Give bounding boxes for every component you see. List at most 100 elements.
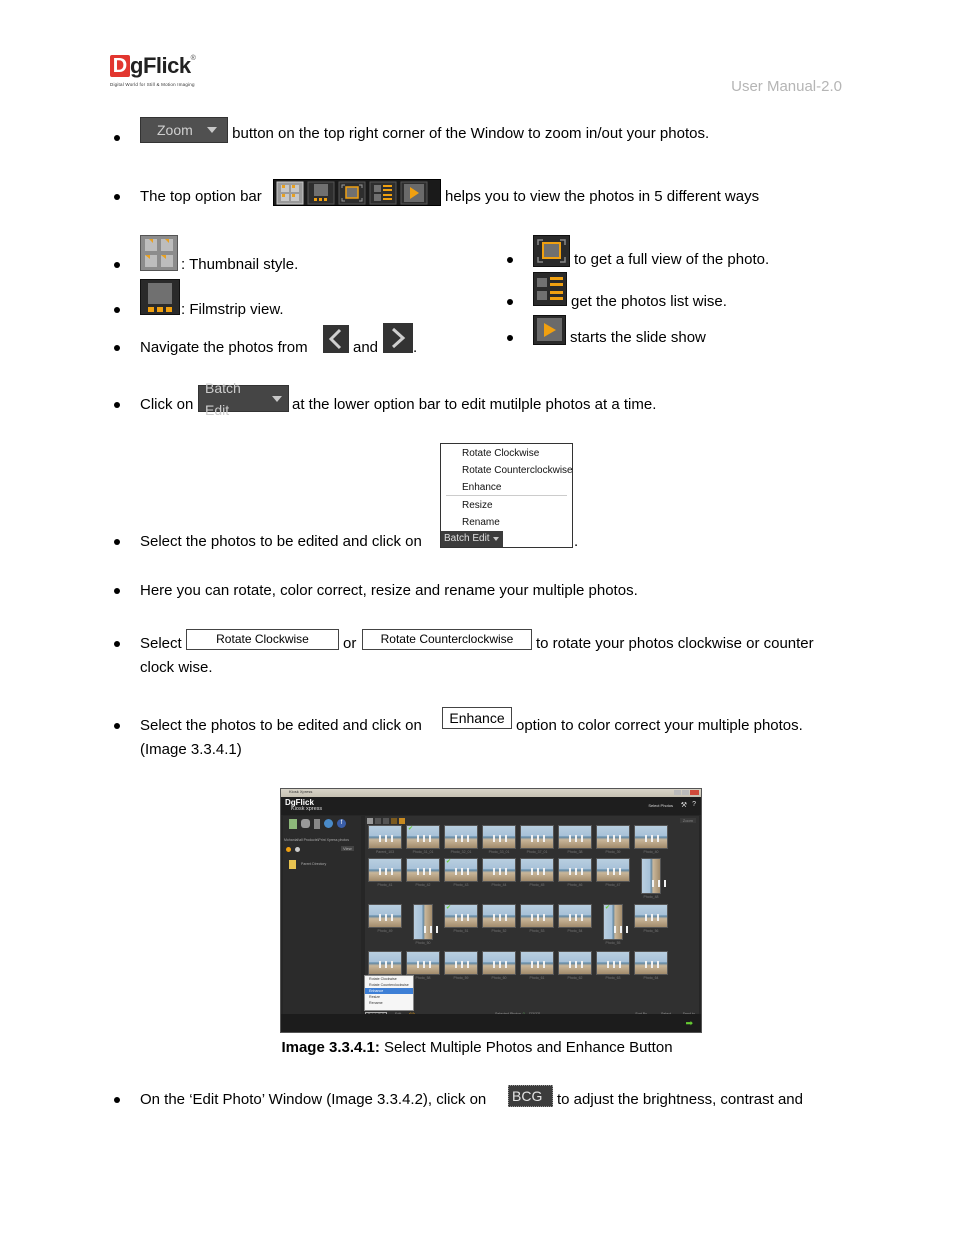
photo-figure	[385, 961, 387, 968]
bcg-button[interactable]: BCG	[508, 1085, 553, 1107]
photo-figure	[493, 914, 495, 921]
filmstrip-view-icon[interactable]	[307, 181, 335, 205]
photo-thumbnail[interactable]	[368, 825, 402, 849]
photo-thumbnail[interactable]	[641, 858, 666, 894]
photo-label: Photo_38	[567, 850, 583, 854]
photo-figure	[467, 835, 469, 842]
photo-thumbnail[interactable]	[482, 951, 516, 975]
photo-thumbnail[interactable]	[520, 904, 554, 928]
next-arrow-icon[interactable]: ➡	[685, 1019, 693, 1028]
photo-thumbnail[interactable]	[634, 904, 668, 928]
photo-thumbnail[interactable]	[368, 951, 402, 975]
photo-figure	[417, 835, 419, 842]
rotate-clockwise-button[interactable]: Rotate Clockwise	[186, 629, 339, 650]
photo-thumbnail[interactable]	[444, 825, 478, 849]
photo-label: Photo_55	[605, 941, 621, 945]
parent-directory-label[interactable]: Parent Directory	[301, 862, 326, 866]
photo-thumbnail[interactable]	[406, 858, 440, 882]
photo-figure	[657, 961, 659, 968]
full-view-icon	[533, 235, 570, 267]
photo-thumbnail[interactable]	[413, 904, 438, 940]
photo-label: Photo_51	[453, 929, 469, 933]
photo-thumbnail[interactable]	[596, 825, 630, 849]
usb-icon[interactable]	[314, 819, 320, 829]
photo-thumbnail[interactable]	[482, 904, 516, 928]
menu-item-resize[interactable]: Resize	[462, 500, 493, 511]
thumbnail-view-icon[interactable]	[367, 818, 373, 824]
photo-thumbnail[interactable]	[520, 951, 554, 975]
folder-icon	[289, 860, 296, 869]
photo-thumbnail[interactable]	[558, 858, 592, 882]
photo-thumbnail[interactable]	[596, 858, 630, 882]
photo-figure	[499, 868, 501, 875]
photo-figure	[417, 868, 419, 875]
photo-thumbnail[interactable]	[558, 951, 592, 975]
wrench-icon[interactable]: ⚒	[681, 801, 687, 809]
photo-label: Photo_42	[415, 883, 431, 887]
photo-thumbnail[interactable]	[634, 951, 668, 975]
batch-edit-button-small[interactable]: Batch Edit	[441, 531, 503, 547]
photo-label: Photo_43	[453, 883, 469, 887]
photo-figure	[461, 961, 463, 968]
photo-thumbnail[interactable]	[368, 858, 402, 882]
photo-figure	[543, 868, 545, 875]
dropdown-item[interactable]: Rename	[365, 1000, 413, 1006]
rotate-counterclockwise-button[interactable]: Rotate Counterclockwise	[362, 629, 532, 650]
photo-thumbnail[interactable]: ✔	[406, 825, 440, 849]
here-text: Here you can rotate, color correct, resi…	[140, 582, 638, 599]
photo-thumbnail[interactable]	[406, 951, 440, 975]
back-icon[interactable]	[286, 847, 291, 852]
photo-thumbnail[interactable]: ✔	[444, 904, 478, 928]
menu-item-rotate-counterclockwise[interactable]: Rotate Counterclockwise	[462, 465, 573, 476]
photo-thumbnail[interactable]	[634, 825, 668, 849]
minimize-icon[interactable]	[674, 790, 681, 795]
zoom-button[interactable]: Zoom	[140, 117, 228, 143]
photo-figure	[385, 835, 387, 842]
refresh-icon[interactable]	[295, 847, 300, 852]
photo-thumbnail[interactable]: ✔	[603, 904, 628, 940]
photo-thumbnail[interactable]	[558, 904, 592, 928]
photo-figure	[531, 868, 533, 875]
photo-figure	[499, 961, 501, 968]
full-view-icon[interactable]	[383, 818, 389, 824]
photo-thumbnail[interactable]	[520, 858, 554, 882]
photo-label: Photo_59	[453, 976, 469, 980]
list-view-icon[interactable]	[391, 818, 397, 824]
slideshow-icon[interactable]	[400, 181, 428, 205]
menu-item-rotate-clockwise[interactable]: Rotate Clockwise	[462, 448, 539, 459]
help-icon[interactable]: ?	[692, 801, 696, 808]
photo-thumbnail[interactable]	[444, 951, 478, 975]
photo-figure	[537, 961, 539, 968]
facebook-icon[interactable]: f	[337, 819, 346, 828]
photo-label: Photo_33_01	[488, 850, 510, 854]
close-icon[interactable]	[690, 790, 699, 795]
view-dropdown[interactable]: View	[341, 846, 354, 851]
menu-item-rename[interactable]: Rename	[462, 517, 500, 528]
zoom-dropdown[interactable]: Zoom	[679, 818, 696, 823]
photo-thumbnail[interactable]	[368, 904, 402, 928]
menu-item-enhance[interactable]: Enhance	[462, 482, 501, 493]
photo-thumbnail[interactable]	[558, 825, 592, 849]
list-view-icon[interactable]	[369, 181, 397, 205]
full-view-icon[interactable]	[338, 181, 366, 205]
folder-source-icon[interactable]	[289, 819, 297, 829]
photo-thumbnail[interactable]: ✔	[444, 858, 478, 882]
photo-thumbnail[interactable]	[482, 825, 516, 849]
figure-caption: Image 3.3.4.1: Select Multiple Photos an…	[0, 1039, 954, 1056]
photo-figure	[575, 914, 577, 921]
maximize-icon[interactable]	[682, 790, 689, 795]
thumbnail-style-icon	[140, 235, 178, 271]
photo-thumbnail[interactable]	[520, 825, 554, 849]
slideshow-icon[interactable]	[399, 818, 405, 824]
photo-thumbnail[interactable]	[482, 858, 516, 882]
enhance-button[interactable]: Enhance	[442, 707, 512, 729]
photo-figure	[664, 880, 666, 887]
batch-edit-button[interactable]: Batch Edit	[198, 380, 289, 418]
photo-figure	[569, 961, 571, 968]
bluetooth-icon[interactable]	[324, 819, 333, 828]
photo-thumbnail[interactable]	[596, 951, 630, 975]
scanner-icon[interactable]	[301, 819, 310, 828]
filmstrip-view-icon[interactable]	[375, 818, 381, 824]
thumbnail-view-icon[interactable]	[276, 181, 304, 205]
photo-figure	[537, 835, 539, 842]
